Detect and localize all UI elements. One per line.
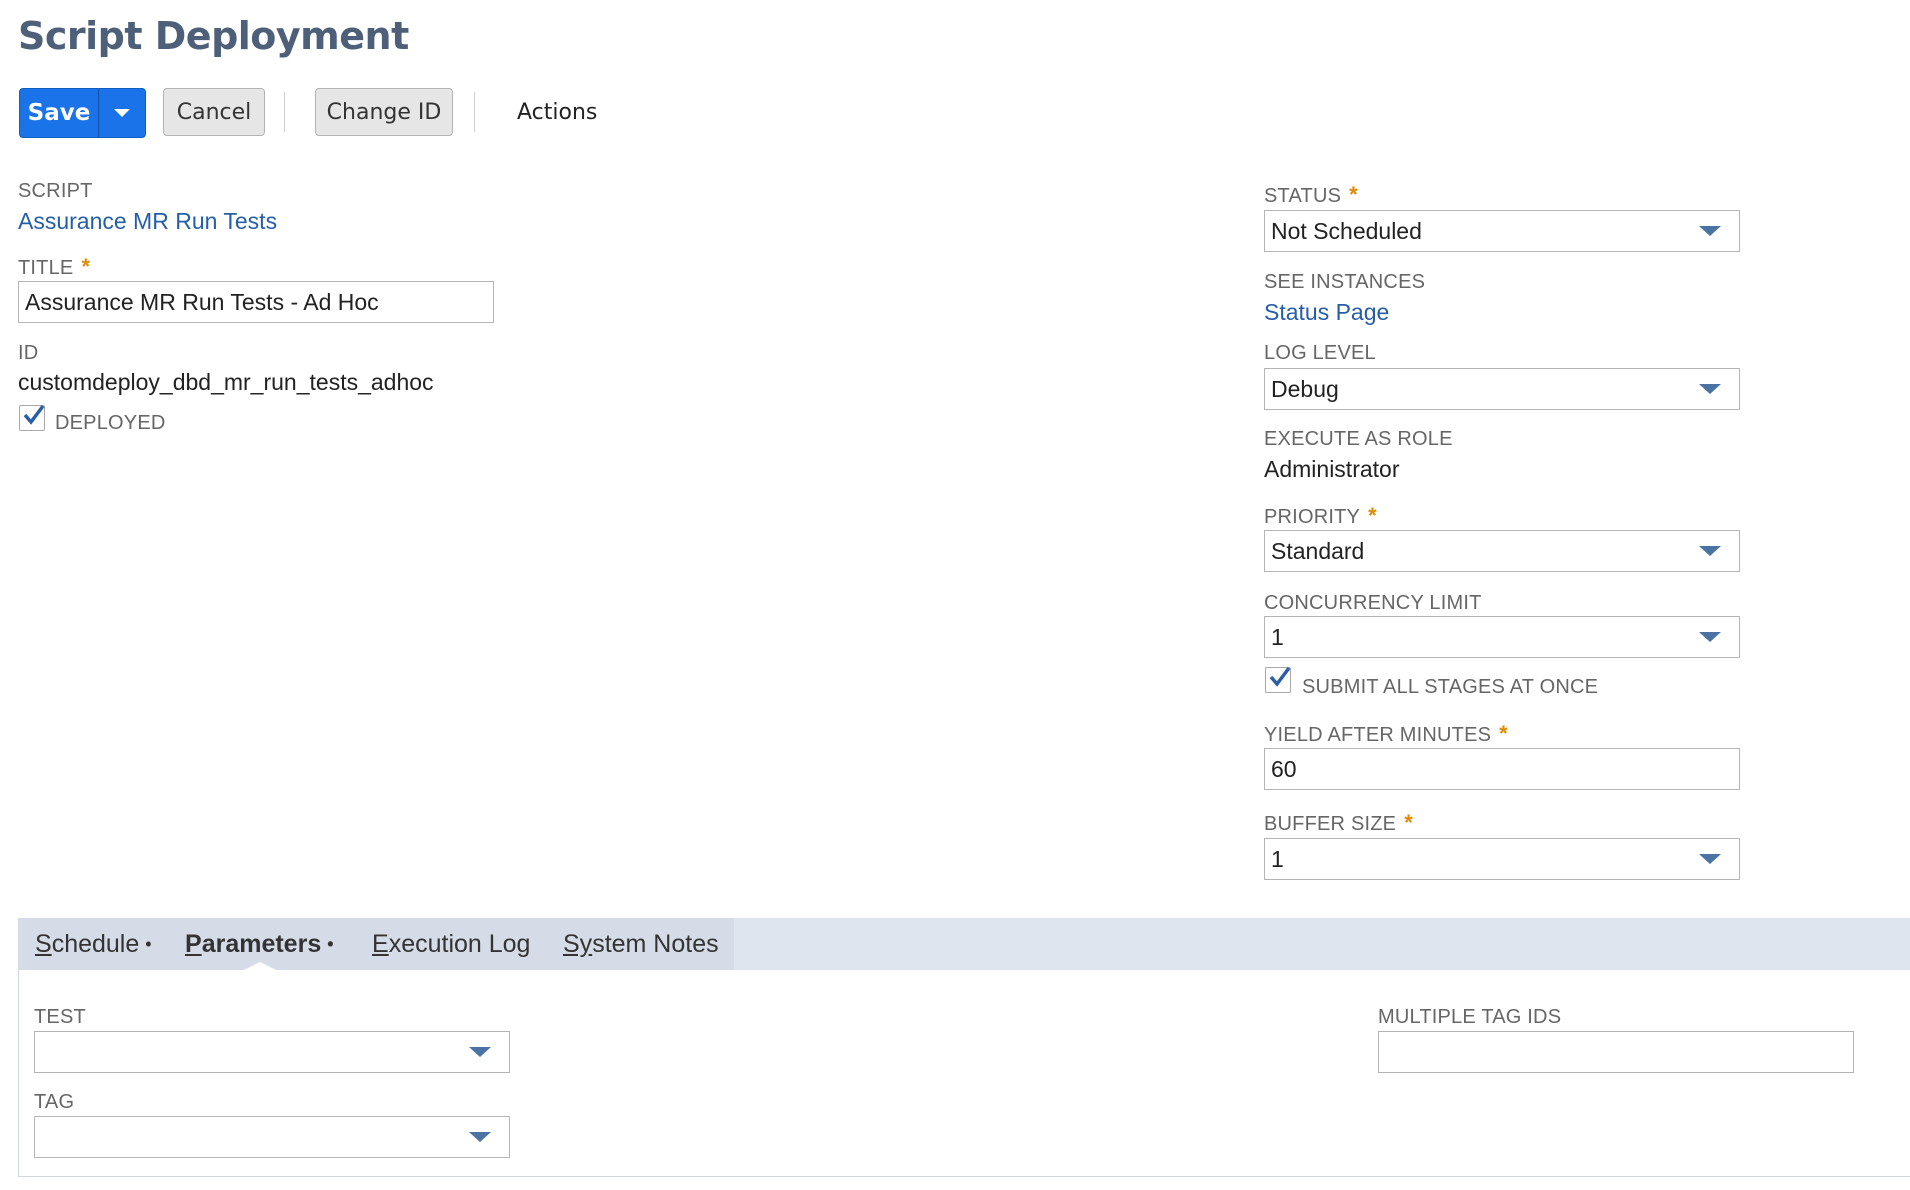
- tab-access-key: Sy: [563, 929, 593, 958]
- buffer-size-select[interactable]: 1: [1264, 838, 1740, 880]
- yield-after-minutes-input[interactable]: [1271, 755, 1739, 783]
- checkmark-icon: [1269, 666, 1291, 687]
- tab-access-key: P: [185, 929, 202, 958]
- required-marker: *: [1368, 503, 1377, 528]
- status-value: Not Scheduled: [1271, 217, 1422, 244]
- required-marker: *: [1404, 810, 1413, 835]
- change-id-button[interactable]: Change ID: [315, 88, 453, 136]
- save-button[interactable]: Save: [20, 89, 98, 137]
- page-title: Script Deployment: [18, 14, 409, 58]
- tag-select[interactable]: [34, 1116, 510, 1158]
- title-field[interactable]: [18, 281, 494, 323]
- submit-all-stages-checkbox[interactable]: [1265, 666, 1291, 693]
- deployed-checkbox[interactable]: [19, 404, 45, 431]
- log-level-label: LOG LEVEL: [1264, 342, 1376, 364]
- concurrency-limit-label: CONCURRENCY LIMIT: [1264, 592, 1482, 614]
- buffer-size-value: 1: [1271, 845, 1284, 872]
- priority-select[interactable]: Standard: [1264, 530, 1740, 572]
- checkmark-icon: [23, 404, 45, 425]
- save-options-button[interactable]: [98, 89, 145, 137]
- toolbar-divider: [474, 92, 475, 132]
- script-label: SCRIPT: [18, 180, 93, 202]
- tab-schedule[interactable]: Schedule •: [35, 918, 152, 970]
- title-input[interactable]: [25, 288, 493, 316]
- tab-access-key: S: [35, 929, 52, 958]
- dropdown-arrow-icon: [1699, 384, 1721, 394]
- save-button-group: Save: [19, 88, 146, 138]
- cancel-button[interactable]: Cancel: [163, 88, 265, 136]
- required-marker: *: [1499, 721, 1508, 746]
- execute-as-role-value: Administrator: [1264, 456, 1400, 482]
- see-instances-label: SEE INSTANCES: [1264, 271, 1426, 293]
- multiple-tag-ids-field[interactable]: [1378, 1031, 1854, 1073]
- status-select[interactable]: Not Scheduled: [1264, 210, 1740, 252]
- required-marker: *: [81, 254, 91, 279]
- tab-label: arameters: [201, 929, 322, 958]
- tab-bullet: •: [327, 933, 334, 954]
- tab-bullet: •: [145, 933, 152, 954]
- required-marker: *: [1349, 182, 1358, 207]
- multiple-tag-ids-input[interactable]: [1385, 1038, 1853, 1066]
- priority-label: PRIORITY *: [1264, 503, 1377, 528]
- dropdown-arrow-icon: [1699, 546, 1721, 556]
- actions-menu[interactable]: Actions: [517, 88, 597, 136]
- log-level-select[interactable]: Debug: [1264, 368, 1740, 410]
- dropdown-arrow-icon: [469, 1047, 491, 1057]
- tab-execution-log[interactable]: Execution Log: [372, 918, 530, 970]
- execute-as-role-label: EXECUTE AS ROLE: [1264, 428, 1453, 450]
- tag-label: TAG: [34, 1091, 75, 1113]
- dropdown-arrow-icon: [1699, 632, 1721, 642]
- yield-after-minutes-label: YIELD AFTER MINUTES *: [1264, 721, 1508, 746]
- priority-value: Standard: [1271, 537, 1365, 564]
- dropdown-arrow-icon: [1699, 854, 1721, 864]
- caret-down-icon: [114, 109, 130, 117]
- deployed-label: DEPLOYED: [55, 412, 166, 434]
- yield-after-minutes-field[interactable]: [1264, 748, 1740, 790]
- log-level-value: Debug: [1271, 375, 1339, 402]
- tab-system-notes[interactable]: Sy stem Notes: [563, 918, 719, 970]
- dropdown-arrow-icon: [1699, 226, 1721, 236]
- test-label: TEST: [34, 1006, 86, 1028]
- dropdown-arrow-icon: [469, 1132, 491, 1142]
- submit-all-stages-label: SUBMIT ALL STAGES AT ONCE: [1302, 676, 1599, 698]
- tab-label: stem Notes: [592, 929, 719, 958]
- concurrency-limit-select[interactable]: 1: [1264, 616, 1740, 658]
- id-label: ID: [18, 342, 39, 364]
- status-page-link[interactable]: Status Page: [1264, 299, 1389, 326]
- tab-access-key: E: [372, 929, 389, 958]
- multiple-tag-ids-label: MULTIPLE TAG IDS: [1378, 1006, 1562, 1028]
- tab-label: xecution Log: [388, 929, 531, 958]
- buffer-size-label: BUFFER SIZE *: [1264, 810, 1413, 835]
- status-label: STATUS *: [1264, 182, 1358, 207]
- id-value: customdeploy_dbd_mr_run_tests_adhoc: [18, 369, 434, 395]
- test-select[interactable]: [34, 1031, 510, 1073]
- concurrency-limit-value: 1: [1271, 623, 1284, 650]
- subtab-bar: Schedule • Parameters • Execution Log Sy st…: [18, 918, 1910, 970]
- tab-label: chedule: [51, 929, 140, 958]
- toolbar-divider: [284, 92, 285, 132]
- script-link[interactable]: Assurance MR Run Tests: [18, 208, 277, 235]
- title-label: TITLE *: [18, 254, 91, 279]
